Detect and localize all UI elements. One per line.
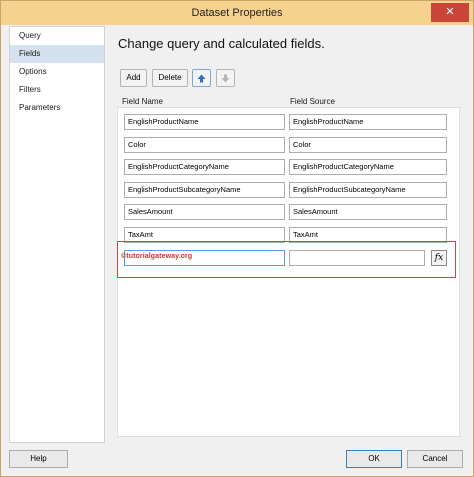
column-header-field-source: Field Source <box>290 97 335 106</box>
field-source-input[interactable]: Color <box>289 137 447 153</box>
sidebar-item-options[interactable]: Options <box>10 63 104 81</box>
field-source-input[interactable]: EnglishProductCategoryName <box>289 159 447 175</box>
sidebar-item-query[interactable]: Query <box>10 27 104 45</box>
delete-button[interactable]: Delete <box>152 69 188 87</box>
field-source-input[interactable]: SalesAmount <box>289 204 447 220</box>
close-icon: ✕ <box>445 6 455 18</box>
add-button[interactable]: Add <box>120 69 147 87</box>
page-title: Change query and calculated fields. <box>118 36 325 51</box>
move-down-button[interactable] <box>216 69 235 87</box>
sidebar-nav: Query Fields Options Filters Parameters <box>9 26 105 443</box>
function-icon: fx <box>434 253 444 263</box>
sidebar-item-parameters[interactable]: Parameters <box>10 99 104 117</box>
window-title: Dataset Properties <box>191 7 283 19</box>
watermark: ©tutorialgateway.org <box>121 253 193 260</box>
ok-button[interactable]: OK <box>346 450 402 468</box>
column-header-field-name: Field Name <box>122 97 163 106</box>
sidebar-item-fields[interactable]: Fields <box>10 45 104 63</box>
move-up-button[interactable] <box>192 69 211 87</box>
expression-button[interactable]: fx <box>431 250 447 266</box>
arrow-down-icon <box>221 74 230 83</box>
field-name-input[interactable]: EnglishProductCategoryName <box>124 159 285 175</box>
arrow-up-icon <box>197 74 206 83</box>
new-field-source-input[interactable] <box>289 250 425 266</box>
field-source-input[interactable]: EnglishProductName <box>289 114 447 130</box>
close-button[interactable]: ✕ <box>431 3 469 22</box>
cancel-button[interactable]: Cancel <box>407 450 463 468</box>
sidebar-item-filters[interactable]: Filters <box>10 81 104 99</box>
field-source-input[interactable]: EnglishProductSubcategoryName <box>289 182 447 198</box>
title-bar: Dataset Properties ✕ <box>1 1 473 25</box>
help-button[interactable]: Help <box>9 450 68 468</box>
field-name-input[interactable]: SalesAmount <box>124 204 285 220</box>
field-name-input[interactable]: EnglishProductSubcategoryName <box>124 182 285 198</box>
field-name-input[interactable]: Color <box>124 137 285 153</box>
field-name-input[interactable]: EnglishProductName <box>124 114 285 130</box>
